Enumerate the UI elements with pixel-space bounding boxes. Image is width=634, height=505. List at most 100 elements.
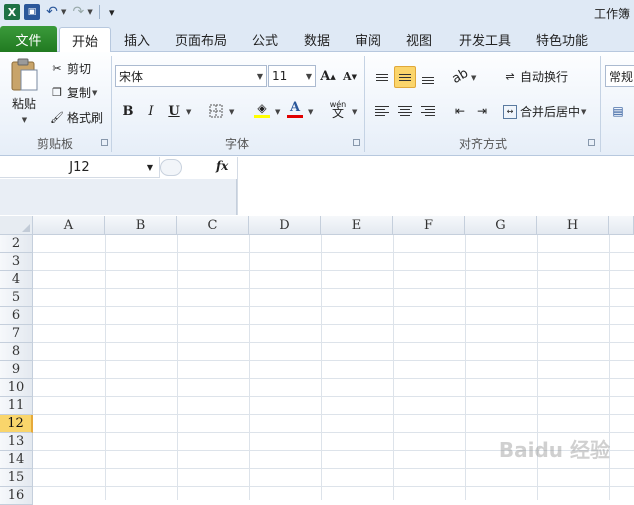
column-header-f[interactable]: F — [393, 216, 465, 235]
row-header[interactable]: 5 — [0, 289, 33, 307]
customize-qat-icon[interactable]: ▾ — [104, 4, 120, 20]
ribbon-tabs: 文件 开始 插入 页面布局 公式 数据 审阅 视图 开发工具 特色功能 — [0, 24, 634, 53]
font-color-button[interactable]: A — [285, 99, 305, 119]
align-top-button[interactable] — [372, 67, 392, 87]
copy-button[interactable]: ❐ 复制 ▼ — [50, 84, 97, 101]
alignment-launcher-icon[interactable] — [588, 139, 595, 146]
row-header[interactable]: 8 — [0, 343, 33, 361]
row-header[interactable]: 4 — [0, 271, 33, 289]
tab-formulas[interactable]: 公式 — [242, 27, 288, 52]
column-header-b[interactable]: B — [105, 216, 177, 235]
worksheet-grid[interactable]: A B C D E F G H 2 3 4 5 6 7 8 9 10 11 12… — [0, 216, 634, 505]
save-icon[interactable]: ▣ — [24, 4, 40, 20]
currency-icon: ▤ — [612, 104, 624, 118]
align-center-button[interactable] — [395, 101, 415, 121]
row-header[interactable]: 9 — [0, 361, 33, 379]
decrease-indent-button[interactable]: ⇤ — [450, 101, 470, 121]
phonetic-button[interactable]: wén 文 — [326, 99, 350, 119]
borders-dropdown-icon[interactable]: ▼ — [229, 108, 234, 116]
cut-button[interactable]: ✂ 剪切 — [50, 60, 91, 77]
clipboard-launcher-icon[interactable] — [101, 139, 108, 146]
row-header[interactable]: 7 — [0, 325, 33, 343]
row-header[interactable]: 13 — [0, 433, 33, 451]
name-box-resize-handle[interactable] — [160, 159, 182, 176]
underline-dropdown-icon[interactable]: ▼ — [186, 108, 191, 116]
column-header-i[interactable] — [609, 216, 634, 235]
italic-button[interactable]: I — [141, 101, 161, 121]
column-header-h[interactable]: H — [537, 216, 609, 235]
format-painter-button[interactable]: 🖌 格式刷 — [50, 109, 103, 126]
gridline — [249, 235, 250, 500]
align-middle-button[interactable] — [394, 66, 416, 88]
watermark-logo: Baidu 经验 — [498, 438, 610, 462]
align-left-button[interactable] — [372, 101, 392, 121]
paste-button[interactable]: 粘贴 ▼ — [6, 58, 42, 130]
chevron-down-icon[interactable]: ▼ — [147, 163, 153, 172]
font-color-dropdown-icon[interactable]: ▼ — [308, 108, 313, 116]
wrap-text-button[interactable]: ⇌ 自动换行 — [503, 68, 568, 85]
redo-dropdown-icon[interactable]: ▼ — [87, 8, 92, 16]
font-size-combo[interactable]: 11 ▼ — [268, 65, 316, 87]
tab-insert[interactable]: 插入 — [114, 27, 160, 52]
column-header-e[interactable]: E — [321, 216, 393, 235]
tab-review[interactable]: 审阅 — [347, 27, 389, 52]
fill-color-dropdown-icon[interactable]: ▼ — [275, 108, 280, 116]
row-header[interactable]: 14 — [0, 451, 33, 469]
row-header[interactable]: 11 — [0, 397, 33, 415]
formula-input[interactable] — [237, 157, 634, 215]
fill-color-button[interactable]: ◈ — [252, 99, 272, 119]
column-header-c[interactable]: C — [177, 216, 249, 235]
underline-button[interactable]: U — [164, 101, 184, 121]
shrink-font-button[interactable]: A ▼ — [340, 66, 360, 86]
formula-bar: J12 ▼ fx — [0, 157, 634, 215]
phonetic-dropdown-icon[interactable]: ▼ — [352, 108, 357, 116]
tab-page-layout[interactable]: 页面布局 — [168, 27, 234, 52]
copy-dropdown-icon[interactable]: ▼ — [92, 89, 97, 97]
tab-view[interactable]: 视图 — [398, 27, 440, 52]
align-right-button[interactable] — [418, 101, 438, 121]
quick-access-toolbar: X ▣ ↶ ▼ ↷ ▼ ▾ 工作簿 — [0, 0, 634, 24]
chevron-down-icon: ▼ — [305, 72, 312, 81]
tab-file[interactable]: 文件 — [0, 26, 57, 52]
gridline — [33, 360, 634, 361]
number-format-combo[interactable]: 常规 — [605, 65, 634, 87]
row-header[interactable]: 16 — [0, 487, 33, 505]
increase-indent-button[interactable]: ⇥ — [472, 101, 492, 121]
font-name-combo[interactable]: 宋体 ▼ — [115, 65, 267, 87]
column-header-d[interactable]: D — [249, 216, 321, 235]
row-header[interactable]: 6 — [0, 307, 33, 325]
row-header-selected[interactable]: 12 — [0, 415, 33, 433]
row-header[interactable]: 10 — [0, 379, 33, 397]
excel-logo-icon[interactable]: X — [4, 4, 20, 20]
paste-dropdown-icon[interactable]: ▼ — [22, 116, 27, 124]
row-header[interactable]: 2 — [0, 235, 33, 253]
orientation-dropdown-icon[interactable]: ▼ — [471, 74, 476, 82]
orientation-button[interactable]: ab — [446, 62, 473, 89]
undo-icon[interactable]: ↶ — [44, 4, 60, 20]
borders-button[interactable] — [206, 101, 226, 121]
tab-special-features[interactable]: 特色功能 — [528, 27, 596, 52]
merge-center-label: 合并后居中 — [520, 105, 581, 119]
name-box[interactable]: J12 ▼ — [0, 157, 160, 178]
select-all-button[interactable] — [0, 216, 33, 235]
tab-developer[interactable]: 开发工具 — [450, 27, 520, 52]
grow-font-button[interactable]: A ▲ — [318, 66, 338, 86]
row-header[interactable]: 3 — [0, 253, 33, 271]
insert-function-icon[interactable]: fx — [216, 159, 228, 173]
column-header-g[interactable]: G — [465, 216, 537, 235]
tab-data[interactable]: 数据 — [296, 27, 338, 52]
row-header[interactable]: 15 — [0, 469, 33, 487]
undo-dropdown-icon[interactable]: ▼ — [61, 8, 66, 16]
font-launcher-icon[interactable] — [353, 139, 360, 146]
redo-icon[interactable]: ↷ — [70, 4, 86, 20]
bold-button[interactable]: B — [118, 101, 138, 121]
gridline — [33, 432, 634, 433]
clipboard-group-label: 剪贴板 — [36, 137, 73, 151]
currency-format-button[interactable]: ▤ — [608, 101, 628, 121]
column-header-a[interactable]: A — [33, 216, 105, 235]
align-bottom-button[interactable] — [418, 70, 438, 90]
tab-home[interactable]: 开始 — [59, 27, 111, 53]
merge-center-button[interactable]: ↔ 合并后居中 ▼ — [503, 103, 586, 120]
merge-center-dropdown-icon[interactable]: ▼ — [581, 108, 586, 116]
gridline — [33, 324, 634, 325]
